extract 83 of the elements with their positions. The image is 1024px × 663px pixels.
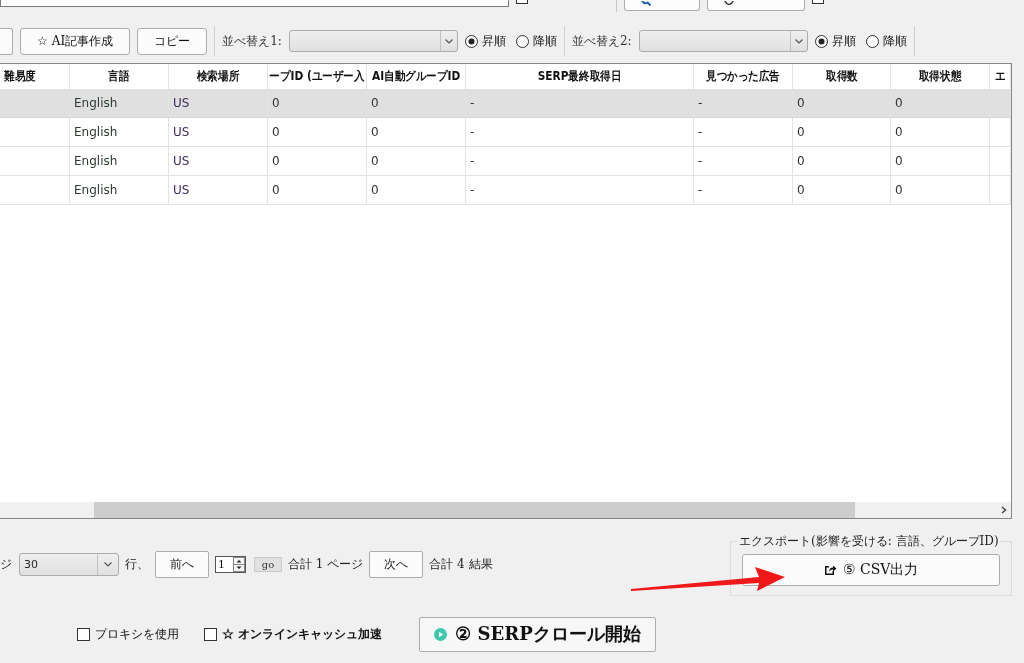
page-size-dropdown[interactable]: 30 [19,552,119,576]
table-cell: US [169,147,268,175]
rows-label: 行、 [125,555,149,573]
checkbox-icon[interactable] [812,0,824,4]
checkbox-icon[interactable] [516,0,528,4]
table-cell: 0 [367,118,466,146]
table-cell: 0 [793,176,891,204]
column-header[interactable]: AI自動グループID [371,68,461,85]
scrollbar-thumb[interactable] [94,502,855,518]
table-cell: 0 [891,89,990,117]
table-cell: 0 [891,147,990,175]
column-header[interactable]: 見つかった広告 [706,68,780,85]
table-cell: 0 [268,176,367,204]
table-cell: 0 [367,89,466,117]
toolbar-button[interactable]: コピー [137,27,208,55]
toolbar-button[interactable]: ☆ AI記事作成 [20,27,131,55]
table-cell: - [694,147,793,175]
sort-order-radio[interactable]: 昇順 [814,32,856,50]
caret-icon [794,38,803,44]
option-checkbox[interactable]: プロキシを使用 [77,625,179,643]
search-field[interactable] [0,0,509,7]
start-crawl-button[interactable]: ② SERPクロール開始 [419,616,656,652]
play-icon [434,627,448,641]
column-header[interactable]: 取得数 [825,68,858,85]
table-cell: 0 [793,89,891,117]
table-cell: US [169,176,268,204]
table-row[interactable]: English US 0 0 - - 0 0 [0,176,1011,205]
caret-icon [104,561,112,567]
table-row[interactable]: English US 0 0 - - 0 0 [0,147,1011,176]
table-cell: English [70,147,169,175]
next-page-button[interactable]: 次へ [369,550,424,578]
export-group-title: エクスポート(影響を受ける: 言語、グループID) [738,532,1000,550]
caret-icon [444,38,453,44]
column-header[interactable]: 難易度 [4,68,36,85]
column-header[interactable]: ープID (ユーザー入 [269,68,365,85]
table-cell: - [694,89,793,117]
table-cell: English [70,89,169,117]
table-cell: 0 [367,176,466,204]
go-button[interactable]: go [254,556,282,572]
table-cell: 0 [268,147,367,175]
column-header[interactable]: SERP最終取得日 [537,68,622,85]
table-cell: 0 [268,118,367,146]
table-cell: 0 [793,147,891,175]
total-results-label: 合計 4 結果 [429,555,493,573]
sort-order-radio[interactable]: 降順 [865,32,907,50]
table-cell: 0 [367,147,466,175]
table-cell: - [694,176,793,204]
table-cell: - [466,118,694,146]
toolbar-button[interactable] [0,27,13,55]
column-header[interactable]: 検索場所 [196,68,240,85]
table-cell: - [466,147,694,175]
table-cell: English [70,176,169,204]
column-header[interactable]: 取得状態 [918,68,962,85]
column-header[interactable]: エ [994,68,1006,85]
table-row[interactable]: English US 0 0 - - 0 0 [0,118,1011,147]
toolbar-button[interactable] [624,0,700,11]
horizontal-scrollbar[interactable] [0,502,1011,518]
table-cell: US [169,118,268,146]
table-cell: - [466,89,694,117]
page-spinbox[interactable]: 1 [215,555,246,573]
csv-export-button[interactable]: ⑤ CSV出力 [742,553,1000,586]
table-row[interactable]: English US 0 0 - - 0 0 [0,89,1011,118]
previous-page-button[interactable]: 前へ [155,550,209,578]
sort-label: 並べ替え1: [222,32,282,50]
table-cell: 0 [891,176,990,204]
total-pages-label: 合計 1 ページ [288,555,364,573]
column-header[interactable]: 言語 [108,68,130,85]
sort-label: 並べ替え2: [571,32,632,50]
table-cell: 0 [793,118,891,146]
export-icon [823,563,837,576]
table-cell: US [169,89,268,117]
table-cell: 0 [891,118,990,146]
page-size-label: ジ [0,555,12,573]
option-checkbox[interactable]: ☆ オンラインキャッシュ加速 [204,625,383,643]
table-cell: 0 [268,89,367,117]
sort-order-radio[interactable]: 降順 [515,32,557,50]
table-cell: - [466,176,694,204]
sort-order-radio[interactable]: 昇順 [464,32,506,50]
spinner-arrows-icon[interactable] [233,556,245,572]
search-icon [641,1,651,6]
table-cell: English [70,118,169,146]
toolbar-button[interactable] [707,0,805,11]
table-cell: - [694,118,793,146]
